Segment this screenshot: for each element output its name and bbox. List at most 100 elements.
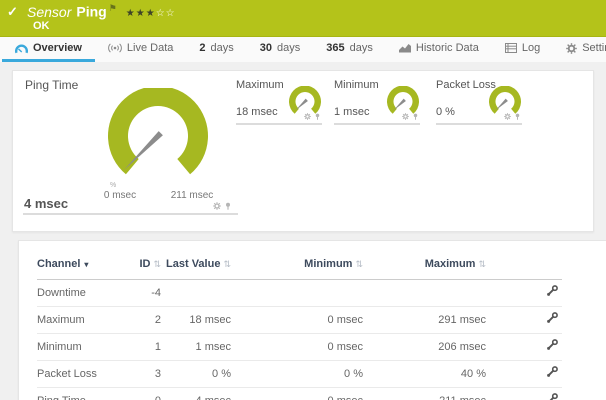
gauge-title: Packet Loss <box>436 79 496 91</box>
gauge-scale-min: 0 msec <box>95 190 145 201</box>
cell-last-value: 0 % <box>161 361 231 388</box>
channels-panel: Channel▾ ID⇅ Last Value⇅ Minimum⇅ Maximu… <box>18 240 606 400</box>
column-header-last-value[interactable]: Last Value⇅ <box>161 253 231 280</box>
cell-id: 1 <box>129 334 161 361</box>
tab-settings[interactable]: Settings <box>553 37 606 62</box>
gauge-block-packet-loss: Packet Loss 0 % <box>436 77 522 129</box>
gauge-action-icons <box>402 113 419 120</box>
gauge-arc <box>108 88 208 174</box>
cell-minimum: 0 msec <box>231 334 363 361</box>
tab-number: 30 <box>260 42 272 54</box>
sort-icon: ⇅ <box>153 259 161 269</box>
sort-icon: ⇅ <box>478 259 486 269</box>
gauge-action-icons <box>504 113 521 120</box>
cell-minimum: 0 % <box>231 361 363 388</box>
tab-overview[interactable]: Overview <box>2 37 95 62</box>
column-header-maximum[interactable]: Maximum⇅ <box>363 253 486 280</box>
gauge-block-maximum: Maximum 18 msec <box>236 77 322 129</box>
stars-empty: ☆☆ <box>156 8 176 19</box>
table-row-downtime[interactable]: Downtime -4 <box>37 280 562 307</box>
gear-icon[interactable] <box>402 113 409 120</box>
sensor-type-label: Sensor <box>27 4 71 20</box>
scale-marker-icon: % <box>110 182 116 189</box>
pin-icon[interactable] <box>314 113 321 120</box>
cell-minimum <box>231 280 363 307</box>
cell-id: 2 <box>129 307 161 334</box>
cell-maximum: 211 msec <box>363 388 486 400</box>
tab-label: days <box>350 42 373 54</box>
gauge-action-icons <box>213 202 232 210</box>
cell-actions <box>486 388 562 400</box>
column-header-id[interactable]: ID⇅ <box>129 253 161 280</box>
table-header-row: Channel▾ ID⇅ Last Value⇅ Minimum⇅ Maximu… <box>37 253 562 280</box>
gauges-panel: Ping Time % 0 msec 211 msec 4 msec Maxim… <box>12 70 594 232</box>
broadcast-icon <box>108 43 122 53</box>
ping-time-gauge <box>103 88 213 188</box>
prtg-sensor-page: ✓ Sensor Ping⚑ ★★★☆☆ OK Overview Live Data… <box>0 0 606 400</box>
status-ok-check-icon: ✓ <box>7 4 18 20</box>
pin-icon[interactable] <box>412 113 419 120</box>
tab-2-days[interactable]: 2 days <box>186 37 246 62</box>
cell-maximum: 40 % <box>363 361 486 388</box>
sort-caret-icon: ▾ <box>84 260 88 269</box>
tab-log[interactable]: Log <box>492 37 553 62</box>
cell-actions <box>486 307 562 334</box>
cell-id: 0 <box>129 388 161 400</box>
cell-actions <box>486 361 562 388</box>
cell-id: 3 <box>129 361 161 388</box>
table-row-ping-time[interactable]: Ping Time 0 4 msec 0 msec 211 msec <box>37 388 562 400</box>
channel-settings-wrench-icon[interactable] <box>546 339 558 351</box>
divider <box>23 213 238 215</box>
tab-bar: Overview Live Data 2 days 30 days 365 da… <box>0 37 606 62</box>
cell-channel: Ping Time <box>37 388 129 400</box>
column-header-channel[interactable]: Channel▾ <box>37 253 129 280</box>
tab-label: days <box>277 42 300 54</box>
gear-icon[interactable] <box>304 113 311 120</box>
divider <box>236 123 322 125</box>
sensor-title-line: Sensor Ping⚑ ★★★☆☆ <box>27 3 176 20</box>
channel-settings-wrench-icon[interactable] <box>546 366 558 378</box>
status-badge: OK <box>33 20 50 32</box>
table-row-maximum[interactable]: Maximum 2 18 msec 0 msec 291 msec <box>37 307 562 334</box>
channels-table: Channel▾ ID⇅ Last Value⇅ Minimum⇅ Maximu… <box>37 253 562 400</box>
pin-icon[interactable] <box>224 202 232 210</box>
channel-settings-wrench-icon[interactable] <box>546 312 558 324</box>
priority-stars[interactable]: ★★★☆☆ <box>126 8 176 19</box>
priority-flag-icon[interactable]: ⚑ <box>109 3 117 13</box>
gauge-scale-max: 211 msec <box>166 190 218 201</box>
tab-number: 2 <box>199 42 205 54</box>
pin-icon[interactable] <box>514 113 521 120</box>
gear-icon[interactable] <box>213 202 221 210</box>
page-title: Ping <box>76 4 106 20</box>
cell-last-value: 1 msec <box>161 334 231 361</box>
chart-icon <box>399 43 411 53</box>
tab-label: Live Data <box>127 42 173 54</box>
divider <box>436 123 522 125</box>
tab-live-data[interactable]: Live Data <box>95 37 186 62</box>
tab-historic-data[interactable]: Historic Data <box>386 37 492 62</box>
cell-channel: Downtime <box>37 280 129 307</box>
column-header-actions <box>486 253 562 280</box>
gear-icon[interactable] <box>504 113 511 120</box>
cell-actions <box>486 280 562 307</box>
table-row-minimum[interactable]: Minimum 1 1 msec 0 msec 206 msec <box>37 334 562 361</box>
log-icon <box>505 43 517 53</box>
table-row-packet-loss[interactable]: Packet Loss 3 0 % 0 % 40 % <box>37 361 562 388</box>
tab-365-days[interactable]: 365 days <box>313 37 386 62</box>
column-header-minimum[interactable]: Minimum⇅ <box>231 253 363 280</box>
sort-icon: ⇅ <box>355 259 363 269</box>
gauge-value: 1 msec <box>334 106 369 118</box>
tab-label: Overview <box>33 42 82 54</box>
gauge-action-icons <box>304 113 321 120</box>
tab-label: Log <box>522 42 540 54</box>
tab-label: days <box>211 42 234 54</box>
channel-settings-wrench-icon[interactable] <box>546 393 558 400</box>
tab-30-days[interactable]: 30 days <box>247 37 314 62</box>
cell-id: -4 <box>129 280 161 307</box>
cell-channel: Packet Loss <box>37 361 129 388</box>
gauge-title: Maximum <box>236 79 284 91</box>
cell-channel: Maximum <box>37 307 129 334</box>
cell-last-value <box>161 280 231 307</box>
channel-settings-wrench-icon[interactable] <box>546 285 558 297</box>
cell-maximum: 291 msec <box>363 307 486 334</box>
